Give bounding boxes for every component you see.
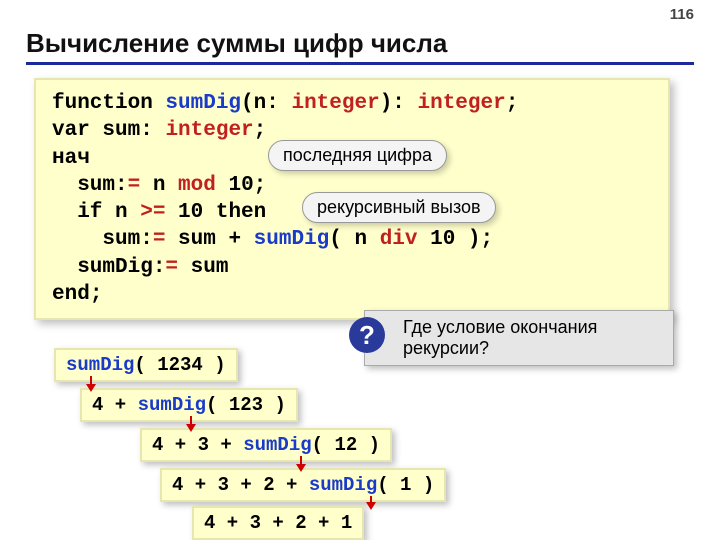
question-box: ? Где условие окончания рекурсии? bbox=[364, 310, 674, 366]
step-1: sumDig( 1234 ) bbox=[54, 348, 238, 382]
arrow-icon bbox=[300, 456, 302, 470]
code-line-1: function sumDig(n: integer): integer; bbox=[52, 90, 652, 117]
step-3: 4 + 3 + sumDig( 12 ) bbox=[140, 428, 392, 462]
page-number: 116 bbox=[670, 6, 694, 23]
code-line-7: sumDig:= sum bbox=[52, 254, 652, 281]
arrow-icon bbox=[370, 496, 372, 508]
step-5: 4 + 3 + 2 + 1 bbox=[192, 506, 364, 540]
bubble-recursive-call: рекурсивный вызов bbox=[302, 192, 496, 223]
code-line-8: end; bbox=[52, 281, 652, 308]
question-text: Где условие окончания рекурсии? bbox=[403, 317, 597, 358]
arrow-icon bbox=[190, 416, 192, 430]
bubble-last-digit: последняя цифра bbox=[268, 140, 447, 171]
question-icon: ? bbox=[349, 317, 385, 353]
step-2: 4 + sumDig( 123 ) bbox=[80, 388, 298, 422]
step-4: 4 + 3 + 2 + sumDig( 1 ) bbox=[160, 468, 446, 502]
code-line-6: sum:= sum + sumDig( n div 10 ); bbox=[52, 226, 652, 253]
page-title: Вычисление суммы цифр числа bbox=[26, 28, 694, 65]
arrow-icon bbox=[90, 376, 92, 390]
